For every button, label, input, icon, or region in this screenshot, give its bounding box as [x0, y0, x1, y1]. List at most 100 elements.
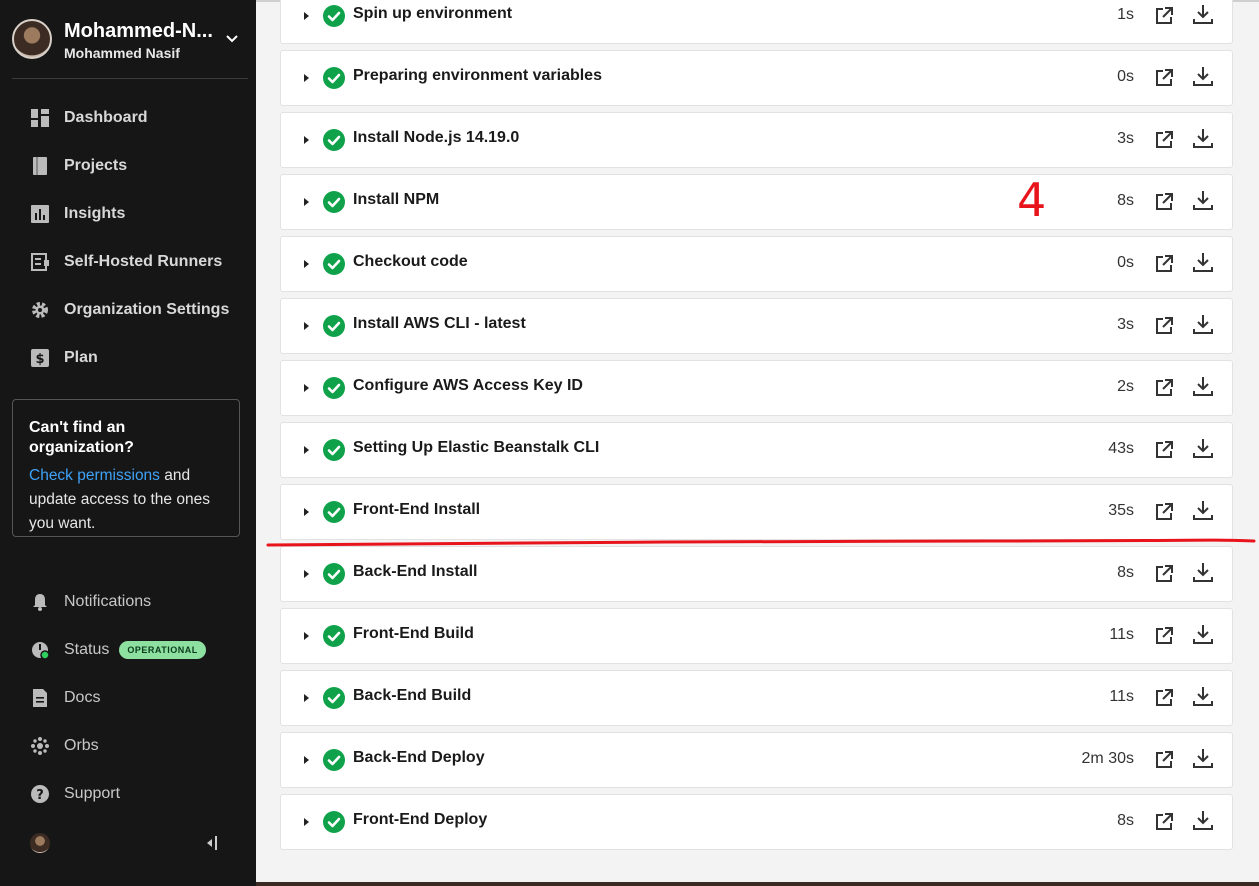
open-external-icon[interactable] [1154, 6, 1174, 26]
step-duration: 2m 30s [1081, 750, 1134, 767]
expand-caret-icon[interactable] [301, 755, 311, 765]
sidebar-item-dashboard[interactable]: Dashboard [30, 105, 250, 131]
open-external-icon[interactable] [1154, 316, 1174, 336]
download-icon[interactable] [1192, 375, 1214, 397]
download-icon[interactable] [1192, 809, 1214, 831]
step-duration: 11s [1109, 626, 1134, 643]
step-title: Back-End Build [353, 687, 472, 704]
sidebar-item-self-hosted-runners[interactable]: Self-Hosted Runners [30, 249, 250, 275]
runners-icon [31, 253, 49, 271]
step-title: Front-End Deploy [353, 811, 488, 828]
expand-caret-icon[interactable] [301, 135, 311, 145]
expand-caret-icon[interactable] [301, 73, 311, 83]
open-external-icon[interactable] [1154, 130, 1174, 150]
expand-caret-icon[interactable] [301, 11, 311, 21]
success-check-icon [323, 811, 345, 833]
sidebar-divider [12, 78, 248, 79]
sidebar-item-support[interactable]: ? Support [30, 781, 250, 807]
step-duration: 0s [1117, 68, 1134, 85]
download-icon[interactable] [1192, 623, 1214, 645]
open-external-icon[interactable] [1154, 68, 1174, 88]
step-title: Front-End Install [353, 501, 481, 518]
step-row[interactable]: Install NPM 8s [280, 174, 1233, 230]
sidebar-item-notifications[interactable]: Notifications [30, 589, 250, 615]
step-row[interactable]: Configure AWS Access Key ID 2s [280, 360, 1233, 416]
svg-text:$: $ [35, 352, 44, 367]
expand-caret-icon[interactable] [301, 445, 311, 455]
expand-caret-icon[interactable] [301, 321, 311, 331]
expand-caret-icon[interactable] [301, 507, 311, 517]
expand-caret-icon[interactable] [301, 383, 311, 393]
job-steps-panel: Spin up environment 1s Preparing environme… [256, 0, 1259, 882]
step-title: Configure AWS Access Key ID [353, 377, 583, 394]
download-icon[interactable] [1192, 127, 1214, 149]
collapse-sidebar-icon[interactable] [203, 834, 221, 852]
open-external-icon[interactable] [1154, 564, 1174, 584]
download-icon[interactable] [1192, 685, 1214, 707]
step-row[interactable]: Setting Up Elastic Beanstalk CLI 43s [280, 422, 1233, 478]
step-row[interactable]: Checkout code 0s [280, 236, 1233, 292]
download-icon[interactable] [1192, 747, 1214, 769]
open-external-icon[interactable] [1154, 378, 1174, 398]
expand-caret-icon[interactable] [301, 631, 311, 641]
download-icon[interactable] [1192, 251, 1214, 273]
step-row[interactable]: Back-End Deploy 2m 30s [280, 732, 1233, 788]
step-row[interactable]: Spin up environment 1s [280, 0, 1233, 44]
dashboard-icon [31, 109, 49, 127]
expand-caret-icon[interactable] [301, 817, 311, 827]
sidebar-item-orbs[interactable]: Orbs [30, 733, 250, 759]
bell-icon [33, 594, 47, 611]
help-icon: ? [31, 785, 49, 803]
download-icon[interactable] [1192, 437, 1214, 459]
open-external-icon[interactable] [1154, 626, 1174, 646]
org-switcher[interactable]: Mohammed-N... Mohammed Nasif [12, 18, 248, 62]
step-row[interactable]: Front-End Deploy 8s [280, 794, 1233, 850]
step-row[interactable]: Front-End Build 11s [280, 608, 1233, 664]
open-external-icon[interactable] [1154, 750, 1174, 770]
sidebar-item-label: Support [64, 785, 121, 802]
step-duration: 3s [1117, 316, 1134, 333]
success-check-icon [323, 377, 345, 399]
window-bottom-edge [256, 882, 1259, 886]
expand-caret-icon[interactable] [301, 569, 311, 579]
sidebar-item-label: Self-Hosted Runners [64, 253, 223, 270]
open-external-icon[interactable] [1154, 502, 1174, 522]
step-row[interactable]: Preparing environment variables 0s [280, 50, 1233, 106]
download-icon[interactable] [1192, 313, 1214, 335]
sidebar-item-organization-settings[interactable]: Organization Settings [30, 297, 250, 323]
open-external-icon[interactable] [1154, 254, 1174, 274]
success-check-icon [323, 439, 345, 461]
step-duration: 43s [1108, 440, 1134, 457]
step-row[interactable]: Back-End Build 11s [280, 670, 1233, 726]
sidebar-item-label: Status [64, 641, 110, 658]
open-external-icon[interactable] [1154, 192, 1174, 212]
download-icon[interactable] [1192, 65, 1214, 87]
download-icon[interactable] [1192, 189, 1214, 211]
step-row[interactable]: Install AWS CLI - latest 3s [280, 298, 1233, 354]
expand-caret-icon[interactable] [301, 197, 311, 207]
expand-caret-icon[interactable] [301, 693, 311, 703]
success-check-icon [323, 129, 345, 151]
open-external-icon[interactable] [1154, 812, 1174, 832]
sidebar-item-projects[interactable]: Projects [30, 153, 250, 179]
check-permissions-link[interactable]: Check permissions [29, 467, 160, 484]
step-row[interactable]: Back-End Install 8s [280, 546, 1233, 602]
open-external-icon[interactable] [1154, 440, 1174, 460]
sidebar-item-status[interactable]: Status OPERATIONAL [30, 637, 250, 663]
step-title: Checkout code [353, 253, 468, 270]
sidebar-item-insights[interactable]: Insights [30, 201, 250, 227]
org-help-text: Check permissions and update access to t… [29, 464, 223, 536]
sidebar-item-docs[interactable]: Docs [30, 685, 250, 711]
download-icon[interactable] [1192, 561, 1214, 583]
expand-caret-icon[interactable] [301, 259, 311, 269]
success-check-icon [323, 625, 345, 647]
chevron-down-icon[interactable] [224, 30, 240, 46]
user-avatar[interactable] [30, 833, 50, 853]
status-badge: OPERATIONAL [119, 641, 206, 659]
download-icon[interactable] [1192, 3, 1214, 25]
step-row[interactable]: Install Node.js 14.19.0 3s [280, 112, 1233, 168]
plan-icon: $ [31, 349, 49, 367]
sidebar-item-plan[interactable]: $ Plan [30, 345, 250, 371]
download-icon[interactable] [1192, 499, 1214, 521]
open-external-icon[interactable] [1154, 688, 1174, 708]
